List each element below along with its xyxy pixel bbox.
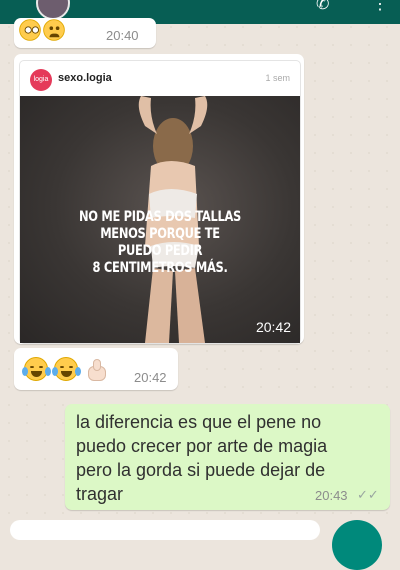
message-time: 20:42 <box>255 319 291 335</box>
message-input[interactable] <box>10 520 320 540</box>
post-image[interactable]: NO ME PIDAS DOS TALLAS MENOS PORQUE TE P… <box>20 96 300 343</box>
call-icon[interactable]: ✆ <box>316 0 329 14</box>
more-options-icon[interactable]: ⋮ <box>372 0 388 14</box>
brand-logo: logia <box>30 69 52 91</box>
message-bubble-incoming[interactable]: 20:40 <box>14 18 156 48</box>
read-receipt-icon: ✓✓ <box>357 487 379 502</box>
flushed-face-emoji <box>19 19 41 41</box>
crying-laughing-emoji <box>22 357 51 381</box>
crying-laughing-emoji <box>52 357 81 381</box>
shared-post-card[interactable]: logia sexo.logia 1 sem NO ME PIDAS DOS T… <box>19 60 301 344</box>
mic-button[interactable] <box>332 520 382 570</box>
message-bubble-outgoing[interactable]: la diferencia es que el pene no puedo cr… <box>65 404 390 510</box>
message-time: 20:40 <box>106 28 139 43</box>
message-time: 20:42 <box>134 370 167 385</box>
message-time: 20:43 <box>315 488 348 503</box>
brand-name[interactable]: sexo.logia <box>58 72 112 84</box>
frowning-face-emoji <box>43 19 65 41</box>
post-age: 1 sem <box>265 73 290 83</box>
post-caption: NO ME PIDAS DOS TALLAS MENOS PORQUE TE P… <box>79 209 241 276</box>
message-bubble-incoming[interactable]: 20:42 <box>14 348 178 390</box>
ok-hand-emoji <box>86 358 106 381</box>
contact-avatar[interactable] <box>36 0 70 20</box>
